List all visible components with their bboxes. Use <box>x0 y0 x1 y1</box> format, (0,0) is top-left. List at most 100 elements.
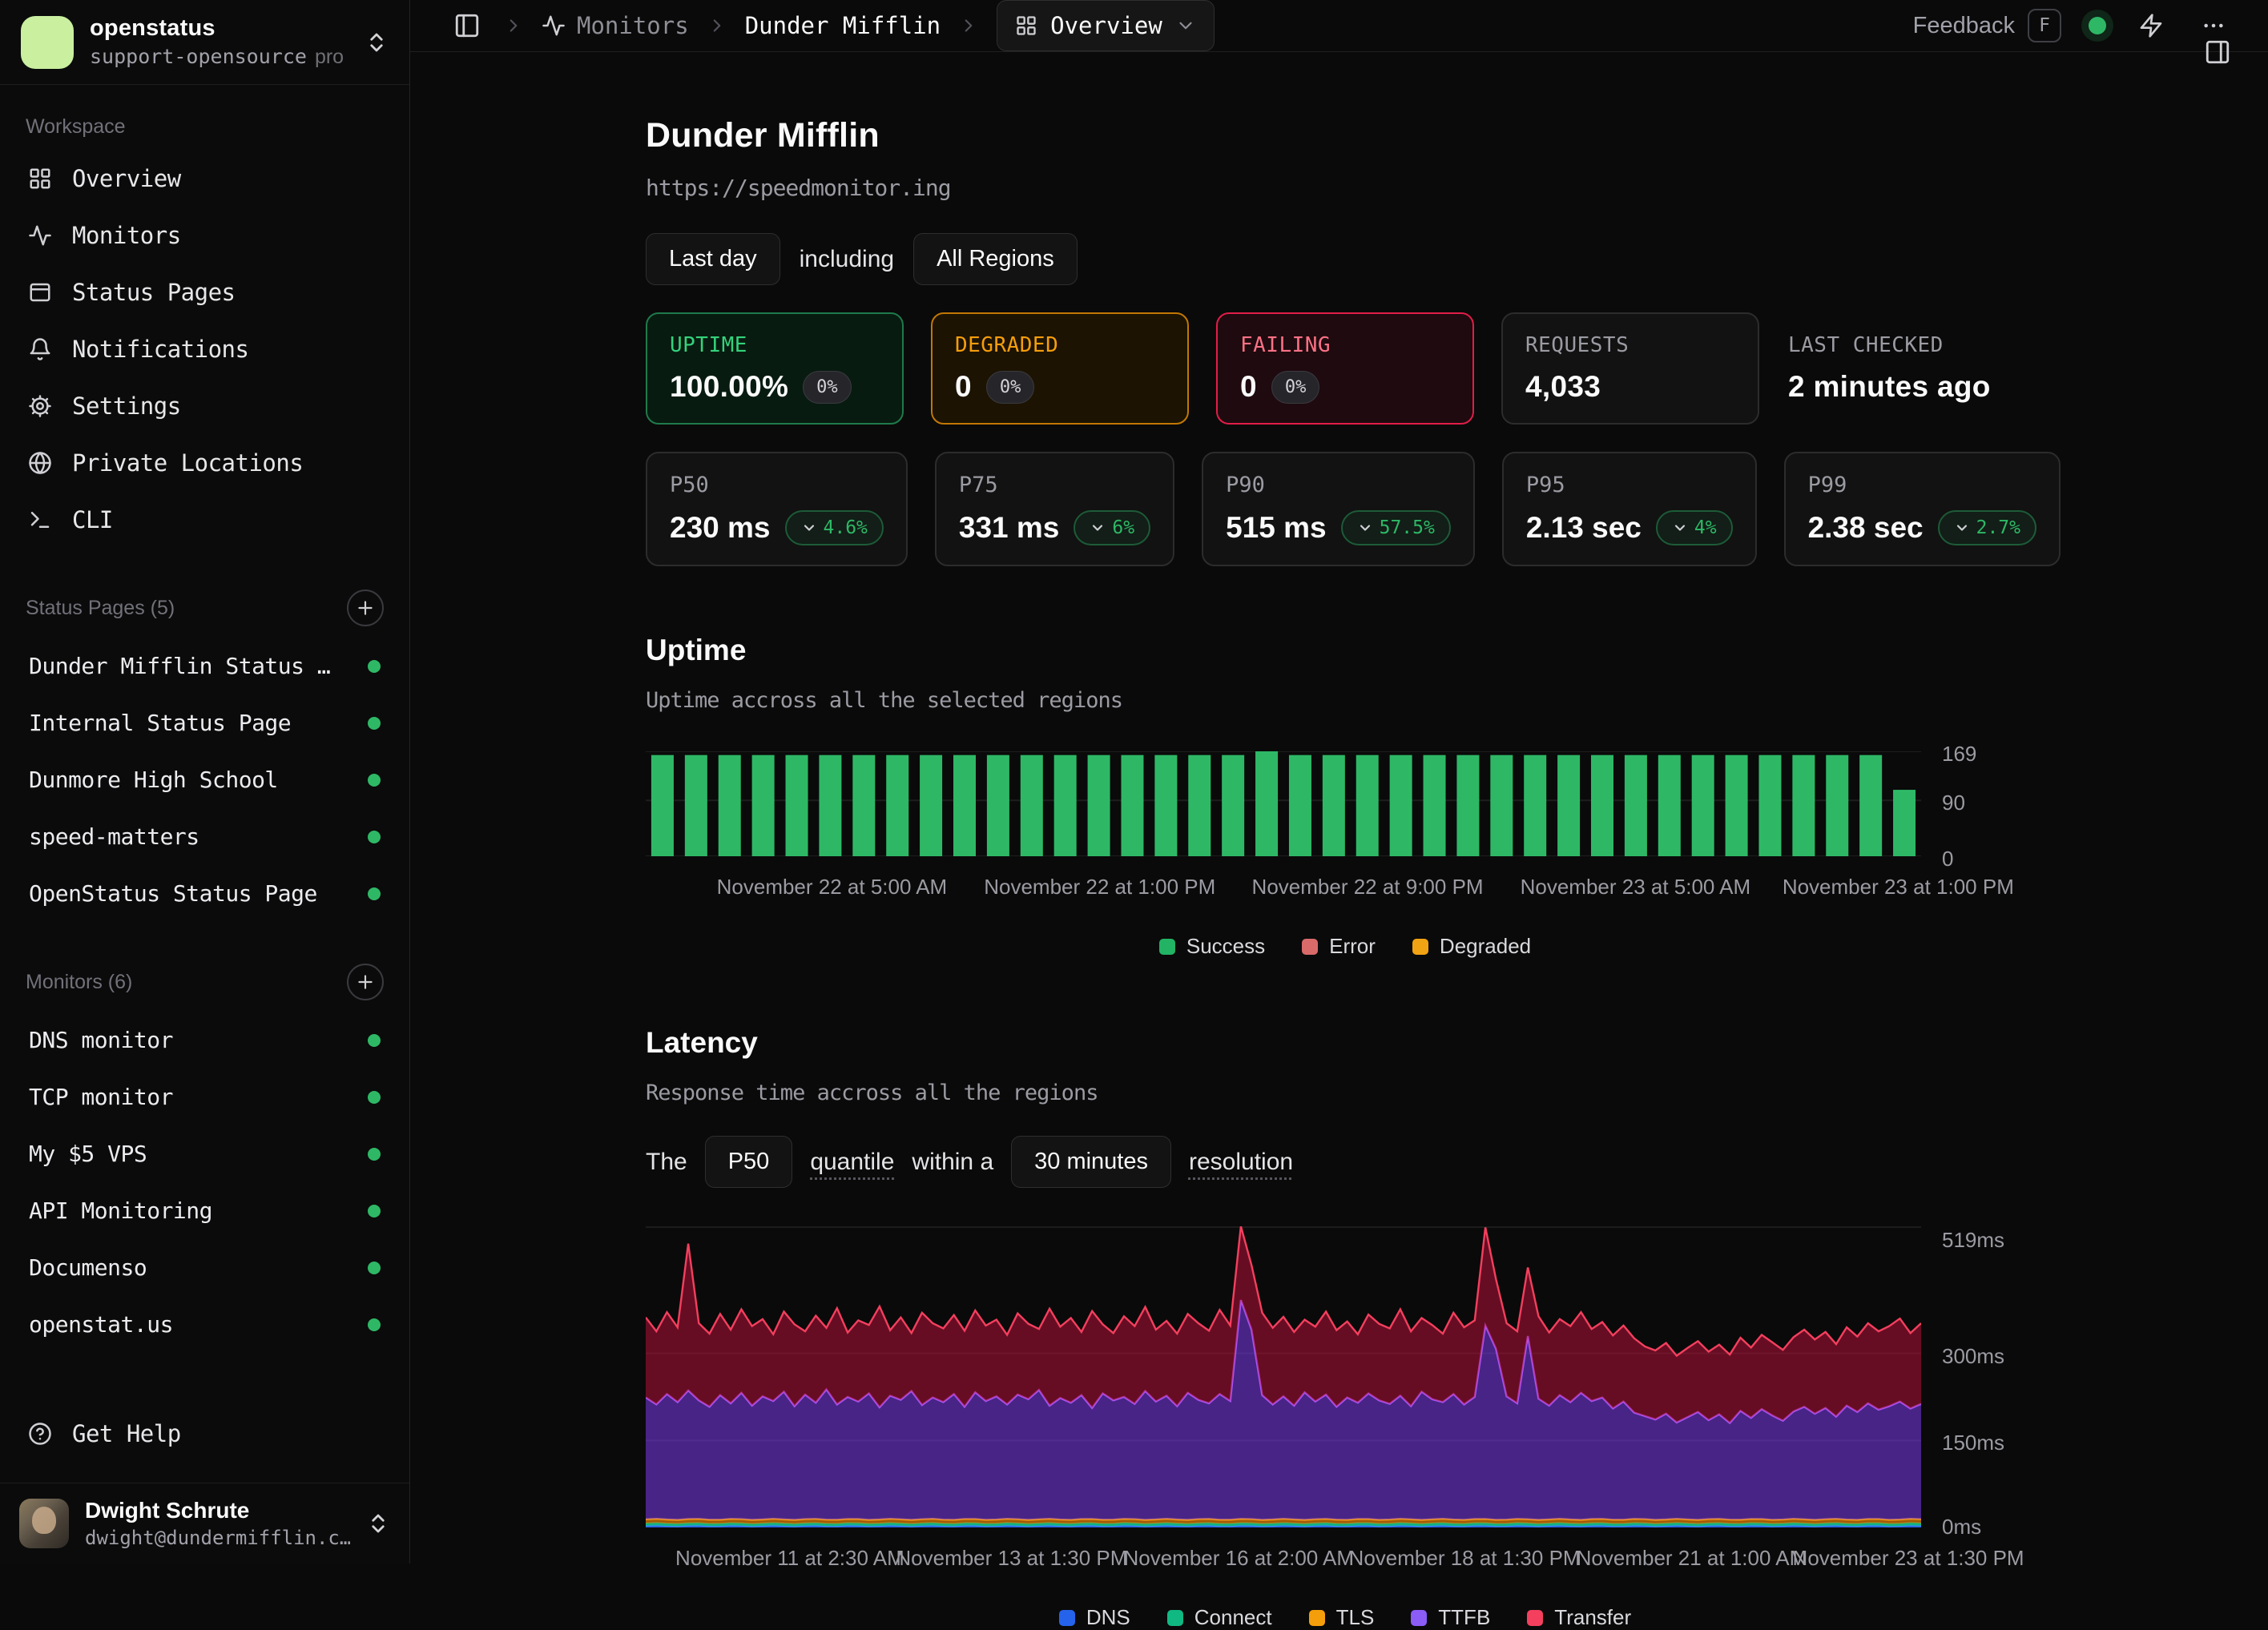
uptime-bar[interactable] <box>1557 755 1580 856</box>
topbar: Monitors Dunder Mifflin Overview Feedbac… <box>410 0 2268 52</box>
cli-icon <box>27 508 53 532</box>
feedback-button[interactable]: Feedback F <box>1913 9 2061 42</box>
uptime-bar[interactable] <box>920 755 942 856</box>
status-page-item[interactable]: OpenStatus Status Page <box>21 865 389 922</box>
uptime-bar[interactable] <box>1424 755 1446 856</box>
legend-item: Error <box>1302 934 1376 959</box>
uptime-bar[interactable] <box>852 755 875 856</box>
uptime-bar[interactable] <box>819 755 841 856</box>
monitor-item[interactable]: TCP monitor <box>21 1069 389 1125</box>
sidebar-item-status-pages[interactable]: Status Pages <box>21 264 389 320</box>
legend-label: DNS <box>1086 1605 1130 1630</box>
status-page-item[interactable]: speed-matters <box>21 808 389 865</box>
uptime-bar[interactable] <box>886 755 908 856</box>
quantile-label[interactable]: quantile <box>810 1149 894 1176</box>
uptime-bar[interactable] <box>1356 755 1379 856</box>
resolution-label[interactable]: resolution <box>1189 1149 1293 1176</box>
uptime-bar[interactable] <box>1658 755 1681 856</box>
period-filter-button[interactable]: Last day <box>646 233 780 285</box>
legend-label: Error <box>1329 934 1376 959</box>
x-axis-label: November 22 at 1:00 PM <box>984 875 1215 900</box>
uptime-bar[interactable] <box>1323 755 1345 856</box>
uptime-bar[interactable] <box>1054 755 1077 856</box>
uptime-bar[interactable] <box>786 755 808 856</box>
uptime-bar[interactable] <box>1456 755 1479 856</box>
uptime-bar[interactable] <box>953 755 976 856</box>
sidebar-item-settings[interactable]: Settings <box>21 377 389 434</box>
uptime-bar[interactable] <box>1792 755 1815 856</box>
percentile-value: 331 ms <box>959 511 1060 545</box>
sidebar-item-label: Settings <box>72 392 181 420</box>
resolution-select-button[interactable]: 30 minutes <box>1011 1136 1171 1188</box>
monitor-item[interactable]: API Monitoring <box>21 1182 389 1239</box>
uptime-bar[interactable] <box>1121 755 1143 856</box>
uptime-legend: SuccessErrorDegraded <box>646 934 2044 959</box>
stat-value: 0 <box>955 370 972 404</box>
add-monitor-button[interactable] <box>347 964 384 1000</box>
uptime-bar[interactable] <box>719 755 741 856</box>
chevron-down-icon <box>1175 15 1196 36</box>
uptime-bar[interactable] <box>651 755 674 856</box>
uptime-bar[interactable] <box>1222 755 1244 856</box>
breadcrumb-monitor-name[interactable]: Dunder Mifflin <box>745 12 941 39</box>
uptime-bar[interactable] <box>987 755 1009 856</box>
view-selector-button[interactable]: Overview <box>997 0 1215 51</box>
get-help-button[interactable]: Get Help <box>21 1405 389 1462</box>
status-page-item[interactable]: Dunmore High School <box>21 751 389 808</box>
x-axis-label: November 23 at 1:30 PM <box>1793 1546 2024 1571</box>
sidebar-item-cli[interactable]: CLI <box>21 491 389 548</box>
workspace-switcher[interactable]: openstatus support-opensourcepro <box>0 0 409 85</box>
y-axis-label: 519ms <box>1942 1228 2004 1253</box>
uptime-bar[interactable] <box>1826 755 1848 856</box>
uptime-bar[interactable] <box>1524 755 1546 856</box>
uptime-bar[interactable] <box>1490 755 1513 856</box>
right-panel-toggle-button[interactable] <box>2199 34 2236 70</box>
sidebar-item-label: Notifications <box>72 336 248 363</box>
uptime-bar[interactable] <box>1692 755 1714 856</box>
uptime-bar[interactable] <box>1390 755 1412 856</box>
system-status-indicator[interactable] <box>2089 17 2106 34</box>
status-dot <box>368 831 381 843</box>
uptime-bar[interactable] <box>685 755 707 856</box>
sidebar-toggle-button[interactable] <box>449 7 485 44</box>
sidebar-item-overview[interactable]: Overview <box>21 150 389 207</box>
uptime-bar[interactable] <box>1625 755 1647 856</box>
uptime-bar[interactable] <box>1893 790 1916 856</box>
uptime-bar[interactable] <box>1021 755 1043 856</box>
sidebar-item-label: Status Pages <box>72 279 236 306</box>
status-page-item[interactable]: Dunder Mifflin Status … <box>21 638 389 694</box>
sidebar-item-private-locations[interactable]: Private Locations <box>21 434 389 491</box>
monitor-item[interactable]: DNS monitor <box>21 1012 389 1069</box>
regions-filter-button[interactable]: All Regions <box>913 233 1078 285</box>
plus-icon <box>355 972 376 992</box>
sidebar-item-monitors[interactable]: Monitors <box>21 207 389 264</box>
monitor-item[interactable]: openstat.us <box>21 1296 389 1353</box>
y-axis-label: 169 <box>1942 742 1976 767</box>
quantile-select-button[interactable]: P50 <box>705 1136 793 1188</box>
sidebar-item-notifications[interactable]: Notifications <box>21 320 389 377</box>
uptime-bar[interactable] <box>1726 755 1748 856</box>
breadcrumb-monitors[interactable]: Monitors <box>542 12 689 39</box>
percentile-delta-badge: 2.7% <box>1938 510 2036 545</box>
uptime-bar[interactable] <box>1154 755 1177 856</box>
monitor-item[interactable]: My $5 VPS <box>21 1125 389 1182</box>
add-status-page-button[interactable] <box>347 590 384 626</box>
uptime-bar[interactable] <box>1591 755 1613 856</box>
y-axis-label: 0 <box>1942 847 1953 871</box>
monitor-item[interactable]: Documenso <box>21 1239 389 1296</box>
uptime-bar[interactable] <box>1758 755 1781 856</box>
uptime-bar[interactable] <box>1188 755 1211 856</box>
user-menu[interactable]: Dwight Schrute dwight@dundermifflin.c… <box>0 1483 409 1564</box>
command-menu-button[interactable] <box>2133 8 2169 43</box>
status-page-item[interactable]: Internal Status Page <box>21 694 389 751</box>
uptime-bar[interactable] <box>1255 751 1278 856</box>
chevron-down-icon <box>1672 520 1688 536</box>
uptime-bar[interactable] <box>1289 755 1311 856</box>
uptime-bar[interactable] <box>1859 755 1882 856</box>
uptime-bar[interactable] <box>1088 755 1110 856</box>
legend-swatch <box>1412 939 1428 955</box>
user-email: dwight@dundermifflin.c… <box>85 1527 350 1549</box>
chevron-down-icon <box>1954 520 1970 536</box>
uptime-bar[interactable] <box>752 755 775 856</box>
stat-label: FAILING <box>1240 333 1450 357</box>
